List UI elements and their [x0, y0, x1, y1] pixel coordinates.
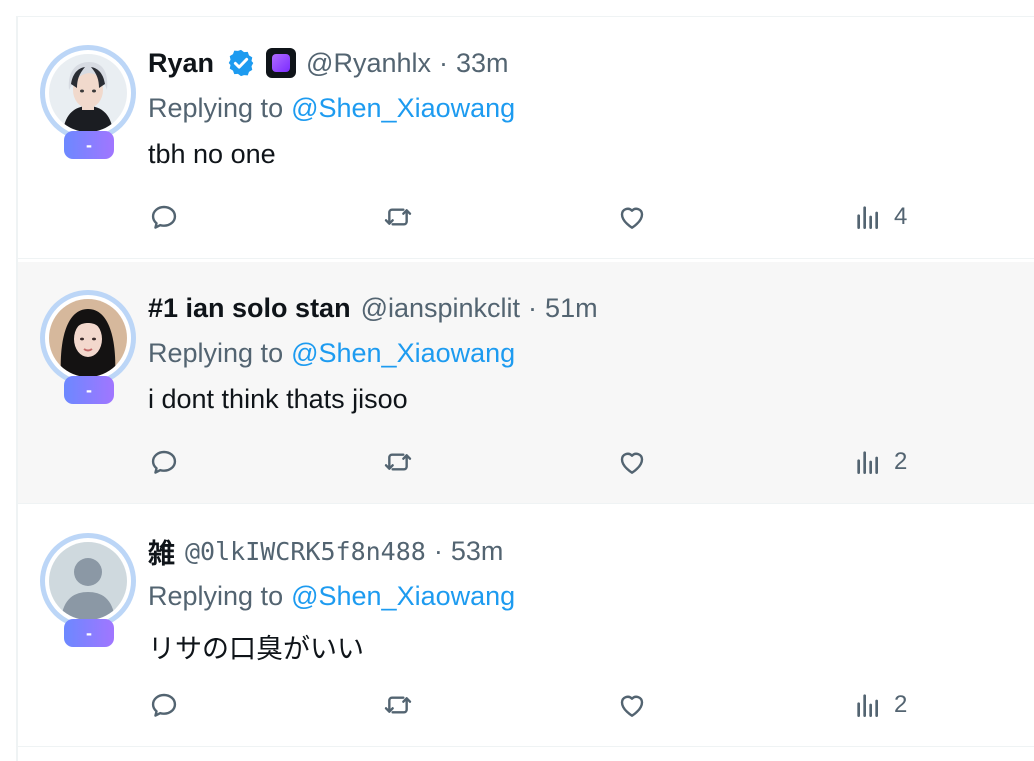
status-pill: -: [64, 376, 114, 404]
reply-item[interactable]: - 雑 @0lkIWCRK5f8n488 · 53m Replying to @S…: [18, 505, 1034, 747]
repost-button[interactable]: [382, 685, 414, 725]
reply-button[interactable]: [148, 197, 180, 237]
avatar-ring: [40, 290, 136, 386]
views-icon: [857, 206, 878, 229]
verified-badge-icon[interactable]: [226, 48, 256, 78]
reply-text: i dont think thats jisoo: [148, 384, 408, 414]
timestamp[interactable]: 53m: [451, 536, 504, 567]
reply-feed: - Ryan @Ryanhlx · 33m Replying to @Shen_X…: [16, 16, 1034, 761]
replying-label: Replying to: [148, 338, 284, 368]
replying-to-line: Replying to @Shen_Xiaowang: [148, 338, 515, 369]
reply-header: 雑 @0lkIWCRK5f8n488 · 53m: [148, 533, 503, 569]
reply-text: リサの口臭がいい: [148, 634, 364, 664]
reply-item[interactable]: - Ryan @Ryanhlx · 33m Replying to @Shen_X…: [18, 17, 1034, 259]
separator-dot: ·: [528, 292, 538, 323]
like-button[interactable]: [616, 442, 648, 482]
like-button[interactable]: [616, 685, 648, 725]
views-icon: [857, 451, 878, 474]
repost-icon: [384, 208, 412, 226]
avatar[interactable]: [49, 299, 127, 377]
user-handle[interactable]: @Ryanhlx: [306, 48, 431, 79]
reply-button[interactable]: [148, 685, 180, 725]
default-avatar-icon: [49, 542, 127, 620]
avatar-ring: [40, 45, 136, 141]
user-handle[interactable]: @0lkIWCRK5f8n488: [185, 537, 426, 566]
views-count: 2: [894, 691, 908, 718]
repost-button[interactable]: [382, 442, 414, 482]
mention-link[interactable]: @Shen_Xiaowang: [291, 93, 515, 123]
replying-label: Replying to: [148, 581, 284, 611]
reply-header: Ryan @Ryanhlx · 33m: [148, 45, 509, 81]
reply-button[interactable]: [148, 442, 180, 482]
reply-header: #1 ian solo stan @ianspinkclit · 51m: [148, 290, 598, 326]
display-name[interactable]: 雑: [148, 532, 175, 571]
replying-to-line: Replying to @Shen_Xiaowang: [148, 93, 515, 124]
avatar-ring: [40, 533, 136, 629]
action-bar: 2: [18, 442, 1034, 482]
replying-to-line: Replying to @Shen_Xiaowang: [148, 581, 515, 612]
views-count: 4: [894, 203, 908, 230]
separator-dot: ·: [439, 47, 448, 78]
avatar[interactable]: [49, 54, 127, 132]
status-pill: -: [64, 131, 114, 159]
mention-link[interactable]: @Shen_Xiaowang: [291, 338, 515, 368]
action-bar: 2: [18, 685, 1034, 725]
avatar[interactable]: [49, 542, 127, 620]
display-name[interactable]: #1 ian solo stan: [148, 293, 351, 324]
reply-icon: [151, 693, 177, 717]
status-pill: -: [64, 619, 114, 647]
like-icon: [620, 695, 644, 717]
like-button[interactable]: [616, 197, 648, 237]
reply-icon: [151, 450, 177, 474]
reply-item[interactable]: - #1 ian solo stan @ianspinkclit · 51m R…: [18, 262, 1034, 504]
replying-label: Replying to: [148, 93, 284, 123]
timestamp[interactable]: 51m: [545, 293, 598, 324]
timestamp[interactable]: 33m: [456, 48, 509, 79]
action-bar: 4: [18, 197, 1034, 237]
display-name[interactable]: Ryan: [148, 48, 214, 79]
avatar-image: [49, 299, 127, 377]
repost-icon: [384, 453, 412, 471]
mention-link[interactable]: @Shen_Xiaowang: [291, 581, 515, 611]
repost-icon: [384, 696, 412, 714]
like-icon: [620, 207, 644, 229]
views-button[interactable]: 2: [852, 442, 907, 482]
reply-text: tbh no one: [148, 139, 276, 169]
user-handle[interactable]: @ianspinkclit: [361, 293, 520, 324]
views-button[interactable]: 2: [852, 685, 907, 725]
views-icon: [857, 694, 878, 717]
views-button[interactable]: 4: [852, 197, 907, 237]
reply-icon: [151, 205, 177, 229]
repost-button[interactable]: [382, 197, 414, 237]
like-icon: [620, 452, 644, 474]
views-count: 2: [894, 448, 908, 475]
separator-dot: ·: [433, 535, 443, 566]
app-badge-icon[interactable]: [266, 48, 297, 78]
avatar-image: [49, 54, 127, 132]
